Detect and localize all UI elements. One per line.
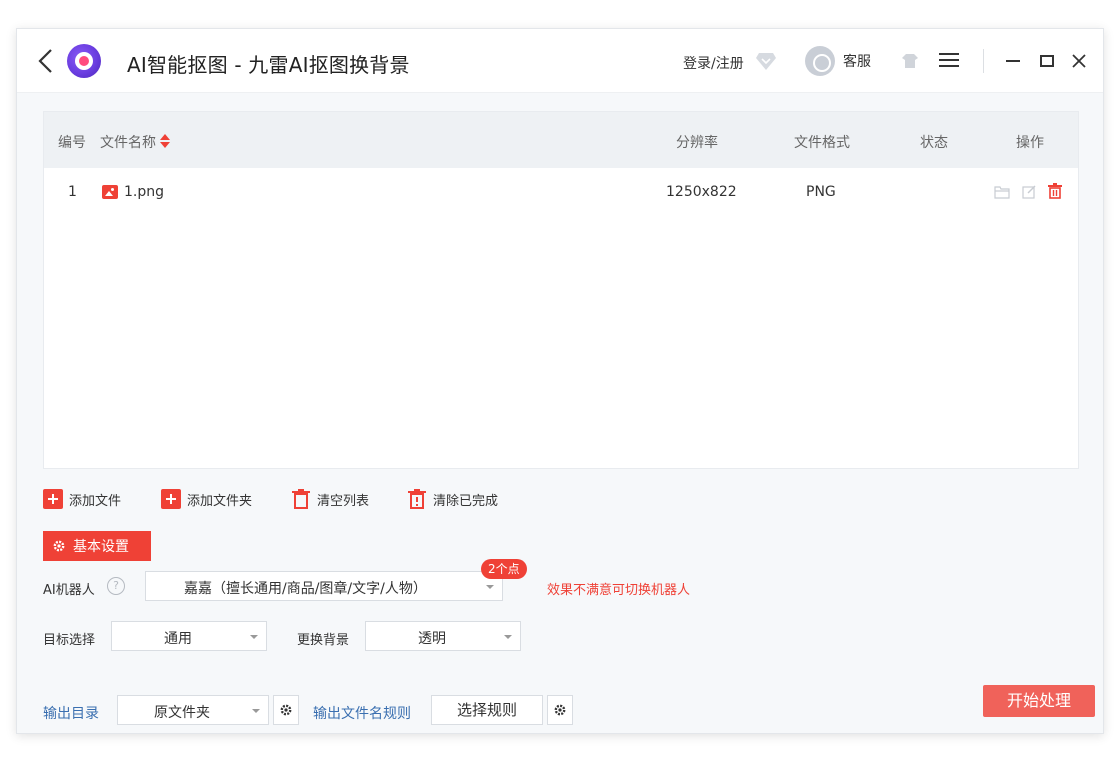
add-file-label: 添加文件	[69, 493, 122, 509]
gear-icon	[554, 704, 566, 716]
table-header: 编号 文件名称 分辨率 文件格式 状态 操作	[44, 112, 1078, 168]
edit-icon[interactable]	[1022, 185, 1036, 199]
column-header-status: 状态	[920, 135, 948, 151]
row-file-name: 1.png	[124, 184, 165, 200]
gear-icon	[53, 540, 65, 552]
table-row[interactable]: 1 1.png 1250x822 PNG	[44, 168, 1078, 216]
column-header-resolution: 分辨率	[676, 135, 718, 151]
help-icon[interactable]: ?	[107, 577, 125, 595]
background-select[interactable]: 透明	[365, 621, 521, 651]
support-button[interactable]: 客服	[805, 45, 871, 77]
gear-icon	[280, 704, 292, 716]
robot-select-value: 嘉嘉（擅长通用/商品/图章/文字/人物）	[184, 581, 427, 597]
open-folder-icon[interactable]	[994, 185, 1010, 199]
title-bar: AI智能抠图 - 九雷AI抠图换背景 登录/注册 客服	[17, 29, 1103, 93]
column-header-name[interactable]: 文件名称	[100, 132, 170, 152]
row-no: 1	[68, 184, 77, 200]
robot-label: AI机器人	[43, 583, 95, 598]
login-register-link[interactable]: 登录/注册	[683, 53, 744, 73]
target-select-value: 通用	[164, 631, 192, 647]
chevron-down-icon	[250, 635, 258, 639]
choose-rule-button[interactable]: 选择规则	[431, 695, 543, 725]
vip-icon[interactable]	[755, 51, 777, 71]
chevron-down-icon	[504, 635, 512, 639]
add-folder-label: 添加文件夹	[187, 493, 253, 509]
name-rule-settings-button[interactable]	[547, 695, 573, 725]
start-processing-button[interactable]: 开始处理	[983, 685, 1095, 717]
sort-icon[interactable]	[160, 134, 170, 148]
add-file-icon	[43, 489, 63, 509]
trash-icon	[291, 489, 311, 509]
background-select-value: 透明	[418, 631, 446, 647]
column-header-no: 编号	[58, 135, 86, 151]
basic-settings-tab[interactable]: 基本设置	[43, 531, 151, 561]
chevron-down-icon	[252, 709, 260, 713]
output-dir-settings-button[interactable]	[273, 695, 299, 725]
minimize-icon[interactable]	[1003, 51, 1023, 71]
output-dir-label: 输出目录	[43, 706, 99, 722]
skin-icon[interactable]	[901, 53, 919, 69]
column-header-name-label: 文件名称	[100, 135, 156, 151]
points-badge: 2个点	[481, 559, 527, 579]
app-logo-icon	[67, 44, 101, 78]
add-folder-button[interactable]: 添加文件夹	[161, 487, 252, 511]
row-resolution: 1250x822	[666, 184, 737, 200]
clear-list-label: 清空列表	[317, 493, 370, 509]
output-name-rule-label: 输出文件名规则	[313, 706, 411, 722]
row-format: PNG	[806, 184, 836, 200]
add-file-button[interactable]: 添加文件	[43, 487, 121, 511]
app-window: AI智能抠图 - 九雷AI抠图换背景 登录/注册 客服 编号 文件名称 分辨率 …	[16, 28, 1104, 734]
maximize-icon[interactable]	[1037, 51, 1057, 71]
back-icon[interactable]	[35, 47, 57, 75]
robot-tip: 效果不满意可切换机器人	[547, 583, 691, 598]
clear-list-button[interactable]: 清空列表	[291, 487, 369, 511]
basic-settings-label: 基本设置	[73, 539, 129, 555]
column-header-ops: 操作	[1016, 135, 1044, 151]
close-icon[interactable]	[1069, 51, 1089, 71]
titlebar-divider	[983, 49, 984, 73]
output-dir-select[interactable]: 原文件夹	[117, 695, 269, 725]
target-label: 目标选择	[43, 633, 96, 648]
add-folder-icon	[161, 489, 181, 509]
output-dir-value: 原文件夹	[154, 705, 210, 721]
target-select[interactable]: 通用	[111, 621, 267, 651]
clear-done-label: 清除已完成	[433, 493, 499, 509]
background-label: 更换背景	[297, 633, 350, 648]
chevron-down-icon	[486, 585, 494, 589]
robot-select[interactable]: 嘉嘉（擅长通用/商品/图章/文字/人物）	[145, 571, 503, 601]
support-icon	[805, 46, 835, 76]
clear-done-button[interactable]: 清除已完成	[407, 487, 498, 511]
trash-done-icon	[407, 489, 427, 509]
column-header-format: 文件格式	[794, 135, 850, 151]
app-title: AI智能抠图 - 九雷AI抠图换背景	[127, 53, 410, 77]
support-label: 客服	[843, 54, 871, 70]
delete-icon[interactable]	[1048, 183, 1062, 199]
file-list-panel: 编号 文件名称 分辨率 文件格式 状态 操作 1 1.png 1250x822 …	[43, 111, 1079, 469]
image-file-icon	[102, 185, 118, 199]
menu-icon[interactable]	[939, 51, 959, 69]
